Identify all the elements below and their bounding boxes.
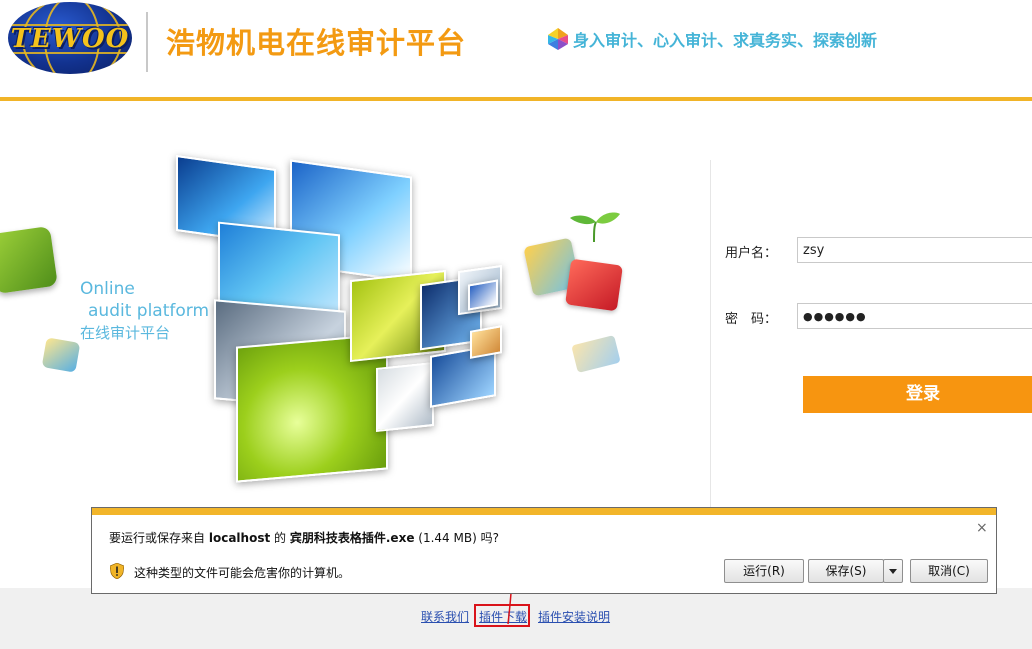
download-message: 要运行或保存来自 localhost 的 宾朋科技表格插件.exe (1.44 … bbox=[109, 529, 499, 546]
hero-caption-line1: Online bbox=[80, 279, 135, 299]
download-notification-bar: 要运行或保存来自 localhost 的 宾朋科技表格插件.exe (1.44 … bbox=[91, 507, 997, 594]
login-button[interactable]: 登录 bbox=[803, 376, 1032, 413]
header-rule bbox=[0, 97, 1032, 101]
cancel-button[interactable]: 取消(C) bbox=[910, 559, 988, 583]
hero-caption-line3: 在线审计平台 bbox=[80, 324, 171, 342]
footer-link-contact[interactable]: 联系我们 bbox=[421, 608, 469, 625]
username-input[interactable]: zsy bbox=[797, 237, 1032, 263]
sprout-icon bbox=[570, 212, 620, 242]
tewoo-logo: TEWOO bbox=[8, 2, 132, 74]
vertical-divider bbox=[710, 160, 711, 508]
header-divider bbox=[146, 12, 148, 72]
logo-text: TEWOO bbox=[10, 24, 130, 54]
page: TEWOO 浩物机电在线审计平台 身入审计、心入审计、求真务实、探索创新 Onl… bbox=[0, 0, 1032, 649]
chevron-down-icon bbox=[889, 569, 897, 574]
msg-size: (1.44 MB) bbox=[418, 531, 477, 545]
page-title: 浩物机电在线审计平台 bbox=[166, 26, 467, 60]
footer-link-install-guide[interactable]: 插件安装说明 bbox=[538, 608, 610, 625]
screen-panel bbox=[470, 325, 502, 359]
security-shield-icon bbox=[110, 563, 124, 579]
colorful-diamond-icon bbox=[548, 28, 568, 50]
app-cube-icon bbox=[0, 225, 58, 295]
password-label: 密 码： bbox=[725, 312, 778, 327]
hero-illustration: Online audit platform 在线审计平台 bbox=[0, 150, 710, 490]
small-tile-icon bbox=[571, 335, 621, 373]
msg-filename: 宾朋科技表格插件.exe bbox=[289, 531, 415, 545]
msg-prefix: 要运行或保存来自 bbox=[109, 531, 206, 545]
password-input[interactable]: ●●●●●● bbox=[797, 303, 1032, 329]
header-slogan: 身入审计、心入审计、求真务实、探索创新 bbox=[573, 31, 878, 50]
msg-suffix: 吗? bbox=[480, 531, 499, 545]
screen-panel bbox=[468, 279, 498, 311]
download-warning: 这种类型的文件可能会危害你的计算机。 bbox=[134, 566, 351, 580]
small-cube-icon bbox=[41, 337, 81, 373]
msg-of: 的 bbox=[274, 531, 287, 545]
msg-host: localhost bbox=[208, 531, 271, 545]
hero-caption-line2: audit platform bbox=[88, 301, 210, 321]
username-label: 用户名： bbox=[725, 246, 778, 261]
close-icon[interactable]: × bbox=[976, 520, 988, 536]
notification-stripe bbox=[92, 508, 996, 515]
save-button[interactable]: 保存(S) bbox=[808, 559, 884, 583]
save-options-button[interactable] bbox=[883, 559, 903, 583]
screen-panel bbox=[376, 361, 434, 433]
hero-caption: Online audit platform 在线审计平台 bbox=[80, 278, 209, 344]
run-button[interactable]: 运行(R) bbox=[724, 559, 804, 583]
report-cube-icon bbox=[565, 258, 623, 312]
